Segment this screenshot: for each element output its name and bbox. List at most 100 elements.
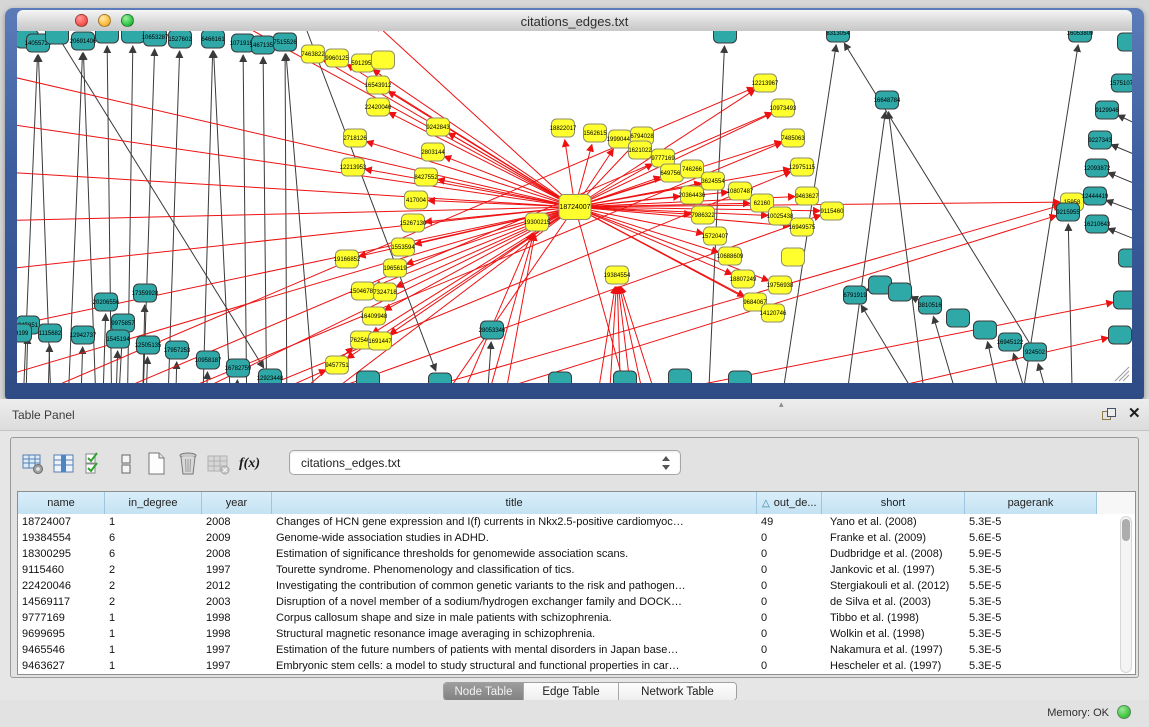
graph-node[interactable] [372,51,395,69]
delete-column-icon[interactable] [172,449,203,479]
graph-node[interactable] [947,309,970,327]
table-cell[interactable]: 14569117 [18,594,105,610]
table-cell[interactable]: 1 [105,642,202,658]
graph-edge[interactable] [57,35,264,368]
table-cell[interactable]: Corpus callosum shape and size in male p… [272,610,757,626]
table-cell[interactable]: 9777169 [18,610,105,626]
new-column-icon[interactable] [141,449,172,479]
table-row[interactable]: 1830029562008Estimation of significance … [18,546,1135,562]
table-cell[interactable]: 2012 [202,578,272,594]
table-row[interactable]: 946362711997Embryonic stem cells: a mode… [18,658,1135,674]
table-cell[interactable]: 0 [757,578,822,594]
table-row[interactable]: 1872400712008Changes of HCN gene express… [18,514,1135,530]
table-cell[interactable]: Dudbridge et al. (2008) [822,546,965,562]
resize-grip-icon[interactable] [1115,367,1129,381]
table-cell[interactable]: Changes of HCN gene expression and I(f) … [272,514,757,530]
table-row[interactable]: 969969511998Structural magnetic resonanc… [18,626,1135,642]
graph-edge[interactable] [618,287,637,383]
graph-node[interactable] [729,371,752,383]
graph-node[interactable] [669,369,692,383]
graph-node[interactable] [429,373,452,383]
table-cell[interactable]: 2009 [202,530,272,546]
table-cell[interactable]: 0 [757,610,822,626]
table-cell[interactable]: Yano et al. (2008) [822,514,965,530]
table-cell[interactable]: 2 [105,578,202,594]
table-cell[interactable]: 5.3E-5 [965,642,1097,658]
table-cell[interactable]: Wolkin et al. (1998) [822,626,965,642]
graph-edge[interactable] [243,55,247,383]
table-cell[interactable]: 0 [757,562,822,578]
table-cell[interactable]: Genome-wide association studies in ADHD. [272,530,757,546]
table-cell[interactable]: Franke et al. (2009) [822,530,965,546]
table-cell[interactable]: Disruption of a novel member of a sodium… [272,594,757,610]
table-select-dropdown[interactable]: citations_edges.txt [289,450,681,475]
table-cell[interactable]: 9463627 [18,658,105,674]
table-cell[interactable]: 49 [757,514,822,530]
column-header-year[interactable]: year [202,492,272,514]
graph-edge[interactable] [17,74,575,207]
table-cell[interactable]: Structural magnetic resonance image aver… [272,626,757,642]
table-row[interactable]: 2242004622012Investigating the contribut… [18,578,1135,594]
table-cell[interactable]: 5.6E-5 [965,530,1097,546]
table-cell[interactable]: 5.3E-5 [965,594,1097,610]
graph-edge[interactable] [115,351,118,383]
graph-node[interactable] [889,283,912,301]
graph-edge[interactable] [263,57,267,383]
table-cell[interactable]: 1 [105,514,202,530]
table-cell[interactable]: 2003 [202,594,272,610]
table-cell[interactable]: 1 [105,610,202,626]
table-cell[interactable]: 19384554 [18,530,105,546]
table-cell[interactable]: 18300295 [18,546,105,562]
table-row[interactable]: 977716911998Corpus callosum shape and si… [18,610,1135,626]
table-cell[interactable]: 5.3E-5 [965,626,1097,642]
table-row[interactable]: 911546021997Tourette syndrome. Phenomeno… [18,562,1135,578]
graph-node[interactable] [46,31,69,44]
citation-graph[interactable]: 1405572420691406106532871527602646616110… [17,31,1132,383]
table-cell[interactable]: 0 [757,642,822,658]
network-window[interactable]: citations_edges.txt 14055724206914061065… [5,8,1144,399]
column-header-outde[interactable]: △out_de... [757,492,822,514]
scrollbar-thumb[interactable] [1122,519,1130,541]
table-cell[interactable]: 1998 [202,626,272,642]
graph-edge[interactable] [175,362,177,383]
table-cell[interactable]: 9699695 [18,626,105,642]
tab-edge-table[interactable]: Edge Table [524,683,619,700]
table-cell[interactable]: Tibbo et al. (1998) [822,610,965,626]
table-cell[interactable]: 5.5E-5 [965,578,1097,594]
graph-edge[interactable] [102,314,106,383]
table-cell[interactable]: 0 [757,546,822,562]
graph-edge[interactable] [388,91,575,207]
graph-edge[interactable] [842,112,885,383]
table-cell[interactable]: 9115460 [18,562,105,578]
table-cell[interactable]: 5.3E-5 [965,610,1097,626]
table-vertical-scrollbar[interactable] [1120,516,1132,673]
table-cell[interactable]: 0 [757,658,822,674]
float-panel-icon[interactable] [1102,408,1117,423]
select-all-icon[interactable] [79,449,110,479]
column-header-name[interactable]: name [18,492,105,514]
table-cell[interactable]: Jankovic et al. (1997) [822,562,965,578]
table-row[interactable]: 1456911722003Disruption of a novel membe… [18,594,1135,610]
function-builder-icon[interactable]: f(x) [234,449,265,479]
graph-edge[interactable] [1108,173,1132,201]
graph-edge[interactable] [285,54,287,383]
graph-edge[interactable] [235,380,237,383]
table-cell[interactable]: de Silva et al. (2003) [822,594,965,610]
graph-edge[interactable] [1111,145,1132,172]
table-cell[interactable]: 5.9E-5 [965,546,1097,562]
graph-node[interactable] [782,248,805,266]
table-cell[interactable]: 2 [105,562,202,578]
table-cell[interactable]: 9465546 [18,642,105,658]
graph-edge[interactable] [47,345,50,383]
table-row[interactable]: 1938455462009Genome-wide association stu… [18,530,1135,546]
graph-edge[interactable] [621,286,667,383]
table-cell[interactable]: 5.3E-5 [965,562,1097,578]
network-window-titlebar[interactable]: citations_edges.txt [17,10,1132,32]
table-cell[interactable]: 1998 [202,610,272,626]
graph-edge[interactable] [202,51,213,383]
table-cell[interactable]: 5.3E-5 [965,514,1097,530]
table-cell[interactable]: 2008 [202,546,272,562]
row-squares-icon[interactable] [110,449,141,479]
column-header-pagerank[interactable]: pagerank [965,492,1097,514]
column-header-indegree[interactable]: in_degree [105,492,202,514]
